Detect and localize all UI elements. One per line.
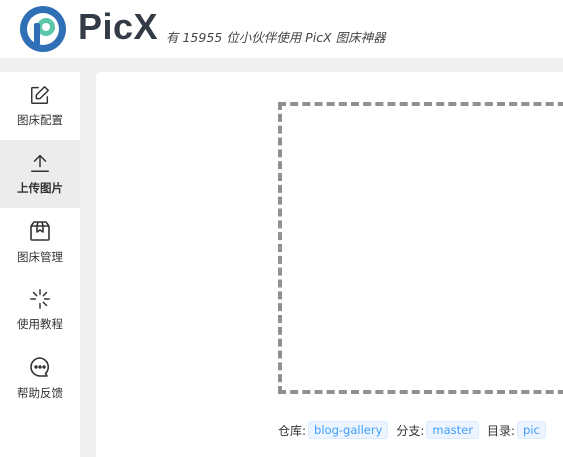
repo-info: 仓库: blog-gallery 分支: master 目录: pic: [278, 421, 554, 439]
app-tagline: 有 15955 位小伙伴使用 PicX 图床神器: [166, 30, 386, 45]
branch-label: 分支:: [396, 423, 425, 438]
sidebar-item-image-config[interactable]: 图床配置: [0, 72, 80, 140]
sidebar-item-label: 帮助反馈: [17, 386, 63, 400]
branch-tag: master: [426, 421, 479, 439]
app-header: PicX 有 15955 位小伙伴使用 PicX 图床神器: [0, 0, 563, 58]
app-name: PicX: [78, 6, 159, 47]
picx-logo[interactable]: [19, 5, 67, 53]
dir-label: 目录:: [486, 423, 516, 438]
app-shell: 图床配置 上传图片 图床管理 使用教程 帮助反馈 仓库: blog-galler…: [0, 58, 563, 457]
sidebar-item-label: 图床管理: [17, 250, 63, 264]
sidebar: 图床配置 上传图片 图床管理 使用教程 帮助反馈: [0, 72, 80, 457]
sidebar-item-upload[interactable]: 上传图片: [0, 140, 80, 208]
sidebar-item-label: 上传图片: [17, 181, 63, 195]
sidebar-item-label: 使用教程: [17, 317, 63, 331]
sidebar-item-help[interactable]: 帮助反馈: [0, 344, 80, 412]
upload-icon: [29, 152, 51, 174]
edit-icon: [29, 84, 51, 106]
sidebar-item-label: 图床配置: [17, 113, 63, 127]
sidebar-item-image-manage[interactable]: 图床管理: [0, 208, 80, 276]
sidebar-item-tutorial[interactable]: 使用教程: [0, 276, 80, 344]
box-icon: [28, 219, 52, 243]
dir-tag: pic: [517, 421, 546, 439]
loading-icon: [29, 288, 51, 310]
upload-panel: 仓库: blog-gallery 分支: master 目录: pic: [96, 72, 563, 457]
chat-icon: [28, 355, 52, 379]
repo-tag: blog-gallery: [308, 421, 389, 439]
repo-label: 仓库:: [278, 423, 307, 438]
upload-dropzone[interactable]: [278, 102, 563, 394]
